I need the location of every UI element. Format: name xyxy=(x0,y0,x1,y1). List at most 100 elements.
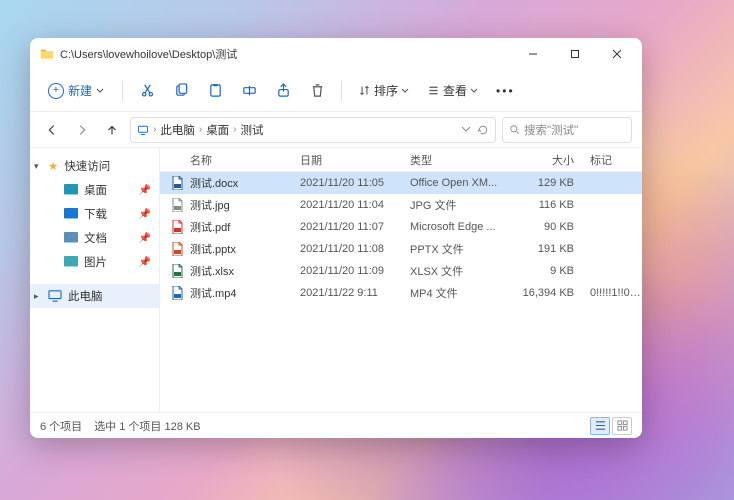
search-input[interactable]: 搜索"测试" xyxy=(502,117,632,143)
explorer-window: C:\Users\lovewhoilove\Desktop\测试 + 新建 排序… xyxy=(30,38,642,438)
file-date: 2021/11/20 11:07 xyxy=(300,221,410,233)
breadcrumb[interactable]: › 此电脑 › 桌面 › 测试 xyxy=(130,117,496,143)
status-selection: 选中 1 个项目 128 KB xyxy=(94,418,200,434)
file-rows: 测试.docx2021/11/20 11:05Office Open XM...… xyxy=(160,172,642,412)
column-size[interactable]: 大小 xyxy=(520,152,590,168)
file-tag: 0!!!!!1!!0!!... xyxy=(590,287,642,299)
file-size: 90 KB xyxy=(520,221,590,233)
more-button[interactable]: ••• xyxy=(490,84,521,98)
table-row[interactable]: 测试.jpg2021/11/20 11:04JPG 文件116 KB xyxy=(160,194,642,216)
file-name: 测试.xlsx xyxy=(190,263,300,279)
window-title: C:\Users\lovewhoilove\Desktop\测试 xyxy=(60,46,512,62)
chevron-right-icon: › xyxy=(233,124,236,135)
sidebar-item-downloads[interactable]: 下载 📌 xyxy=(30,202,159,226)
sidebar-label: 文档 xyxy=(84,230,107,246)
pc-icon xyxy=(48,290,62,302)
file-size: 191 KB xyxy=(520,243,590,255)
sidebar-item-documents[interactable]: 文档 📌 xyxy=(30,226,159,250)
file-date: 2021/11/20 11:09 xyxy=(300,265,410,277)
table-row[interactable]: 测试.docx2021/11/20 11:05Office Open XM...… xyxy=(160,172,642,194)
forward-button[interactable] xyxy=(70,118,94,142)
expand-icon[interactable]: ▸ xyxy=(34,291,39,302)
sidebar: ▾ ★ 快速访问 桌面 📌 下载 📌 文档 📌 图片 xyxy=(30,148,160,412)
cut-button[interactable] xyxy=(133,77,161,105)
table-row[interactable]: 测试.mp42021/11/22 9:11MP4 文件16,394 KB0!!!… xyxy=(160,282,642,304)
sort-icon xyxy=(358,84,371,97)
icon-view-toggle[interactable] xyxy=(612,417,632,435)
star-icon: ★ xyxy=(48,159,58,173)
file-name: 测试.jpg xyxy=(190,197,300,213)
sidebar-label: 此电脑 xyxy=(68,288,103,304)
file-date: 2021/11/20 11:05 xyxy=(300,177,410,189)
chevron-down-icon xyxy=(401,87,409,95)
sidebar-item-quickaccess[interactable]: ▾ ★ 快速访问 xyxy=(30,154,159,178)
file-type: XLSX 文件 xyxy=(410,263,520,279)
file-type: MP4 文件 xyxy=(410,285,520,301)
file-name: 测试.pdf xyxy=(190,219,300,235)
refresh-icon[interactable] xyxy=(477,124,489,136)
chevron-right-icon: › xyxy=(199,124,202,135)
rename-button[interactable] xyxy=(235,77,263,105)
file-icon xyxy=(170,242,184,256)
sort-button[interactable]: 排序 xyxy=(352,78,415,103)
toolbar: + 新建 排序 查看 ••• xyxy=(30,70,642,112)
chevron-down-icon[interactable] xyxy=(461,124,471,134)
back-button[interactable] xyxy=(40,118,64,142)
new-button[interactable]: + 新建 xyxy=(40,78,112,103)
folder-icon xyxy=(64,208,78,220)
breadcrumb-item[interactable]: 测试 xyxy=(241,122,264,138)
file-icon xyxy=(170,198,184,212)
statusbar: 6 个项目 选中 1 个项目 128 KB xyxy=(30,412,642,438)
view-button[interactable]: 查看 xyxy=(421,78,484,103)
folder-icon xyxy=(40,47,54,61)
file-date: 2021/11/20 11:04 xyxy=(300,199,410,211)
table-row[interactable]: 测试.pdf2021/11/20 11:07Microsoft Edge ...… xyxy=(160,216,642,238)
expand-icon[interactable]: ▾ xyxy=(34,161,39,172)
file-name: 测试.mp4 xyxy=(190,285,300,301)
list-icon xyxy=(427,84,440,97)
file-size: 9 KB xyxy=(520,265,590,277)
share-button[interactable] xyxy=(269,77,297,105)
file-icon xyxy=(170,176,184,190)
column-type[interactable]: 类型 xyxy=(410,152,520,168)
titlebar[interactable]: C:\Users\lovewhoilove\Desktop\测试 xyxy=(30,38,642,70)
file-list-pane: 名称 日期 类型 大小 标记 测试.docx2021/11/20 11:05Of… xyxy=(160,148,642,412)
details-view-toggle[interactable] xyxy=(590,417,610,435)
pin-icon: 📌 xyxy=(139,185,151,196)
up-button[interactable] xyxy=(100,118,124,142)
close-button[interactable] xyxy=(596,38,638,70)
copy-button[interactable] xyxy=(167,77,195,105)
file-type: Microsoft Edge ... xyxy=(410,221,520,233)
folder-icon xyxy=(64,256,78,268)
search-placeholder: 搜索"测试" xyxy=(524,122,578,138)
file-date: 2021/11/20 11:08 xyxy=(300,243,410,255)
sidebar-item-thispc[interactable]: ▸ 此电脑 xyxy=(30,284,159,308)
search-icon xyxy=(509,124,520,135)
breadcrumb-item[interactable]: 桌面 xyxy=(206,122,229,138)
address-bar-row: › 此电脑 › 桌面 › 测试 搜索"测试" xyxy=(30,112,642,148)
table-row[interactable]: 测试.pptx2021/11/20 11:08PPTX 文件191 KB xyxy=(160,238,642,260)
maximize-button[interactable] xyxy=(554,38,596,70)
minimize-button[interactable] xyxy=(512,38,554,70)
plus-icon: + xyxy=(48,83,64,99)
table-row[interactable]: 测试.xlsx2021/11/20 11:09XLSX 文件9 KB xyxy=(160,260,642,282)
column-name[interactable]: 名称 xyxy=(190,152,300,168)
file-type: PPTX 文件 xyxy=(410,241,520,257)
sidebar-item-desktop[interactable]: 桌面 📌 xyxy=(30,178,159,202)
sidebar-item-pictures[interactable]: 图片 📌 xyxy=(30,250,159,274)
column-tag[interactable]: 标记 xyxy=(590,152,642,168)
column-headers[interactable]: 名称 日期 类型 大小 标记 xyxy=(160,148,642,172)
sidebar-label: 图片 xyxy=(84,254,107,270)
status-count: 6 个项目 xyxy=(40,418,82,434)
new-button-label: 新建 xyxy=(68,82,92,99)
file-size: 16,394 KB xyxy=(520,287,590,299)
paste-button[interactable] xyxy=(201,77,229,105)
column-date[interactable]: 日期 xyxy=(300,152,410,168)
breadcrumb-item[interactable]: 此电脑 xyxy=(160,122,195,138)
delete-button[interactable] xyxy=(303,77,331,105)
pin-icon: 📌 xyxy=(139,209,151,220)
folder-icon xyxy=(64,184,78,196)
view-label: 查看 xyxy=(443,82,467,99)
chevron-down-icon xyxy=(470,87,478,95)
chevron-right-icon: › xyxy=(153,124,156,135)
